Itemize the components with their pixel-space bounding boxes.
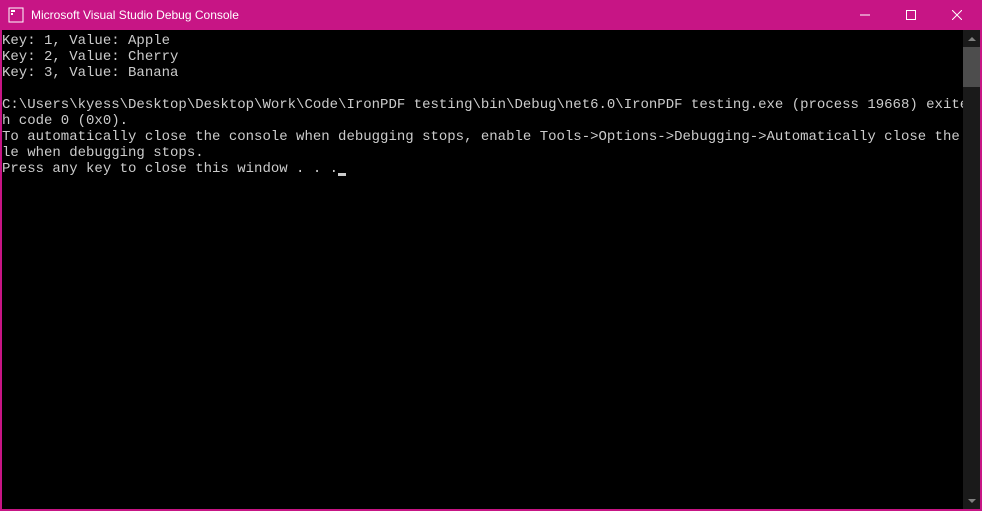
debug-console-window: Microsoft Visual Studio Debug Console Ke… (0, 0, 982, 511)
minimize-button[interactable] (842, 0, 888, 30)
scroll-thumb[interactable] (963, 47, 980, 87)
app-icon (8, 7, 24, 23)
scroll-down-arrow-icon[interactable] (963, 492, 980, 509)
titlebar[interactable]: Microsoft Visual Studio Debug Console (2, 0, 980, 30)
vertical-scrollbar[interactable] (963, 30, 980, 509)
console-line: Key: 3, Value: Banana (2, 65, 178, 81)
window-controls (842, 0, 980, 30)
console-area: Key: 1, Value: Apple Key: 2, Value: Cher… (2, 30, 980, 509)
maximize-button[interactable] (888, 0, 934, 30)
console-line: Press any key to close this window . . . (2, 161, 338, 177)
window-title: Microsoft Visual Studio Debug Console (31, 8, 842, 22)
console-line: To automatically close the console when … (2, 129, 963, 145)
close-button[interactable] (934, 0, 980, 30)
console-output[interactable]: Key: 1, Value: Apple Key: 2, Value: Cher… (2, 30, 963, 509)
console-line: le when debugging stops. (2, 145, 204, 161)
console-line: Key: 1, Value: Apple (2, 33, 170, 49)
cursor-icon (338, 173, 346, 176)
console-line: Key: 2, Value: Cherry (2, 49, 178, 65)
console-line: h code 0 (0x0). (2, 113, 128, 129)
console-line: C:\Users\kyess\Desktop\Desktop\Work\Code… (2, 97, 963, 113)
scroll-up-arrow-icon[interactable] (963, 30, 980, 47)
